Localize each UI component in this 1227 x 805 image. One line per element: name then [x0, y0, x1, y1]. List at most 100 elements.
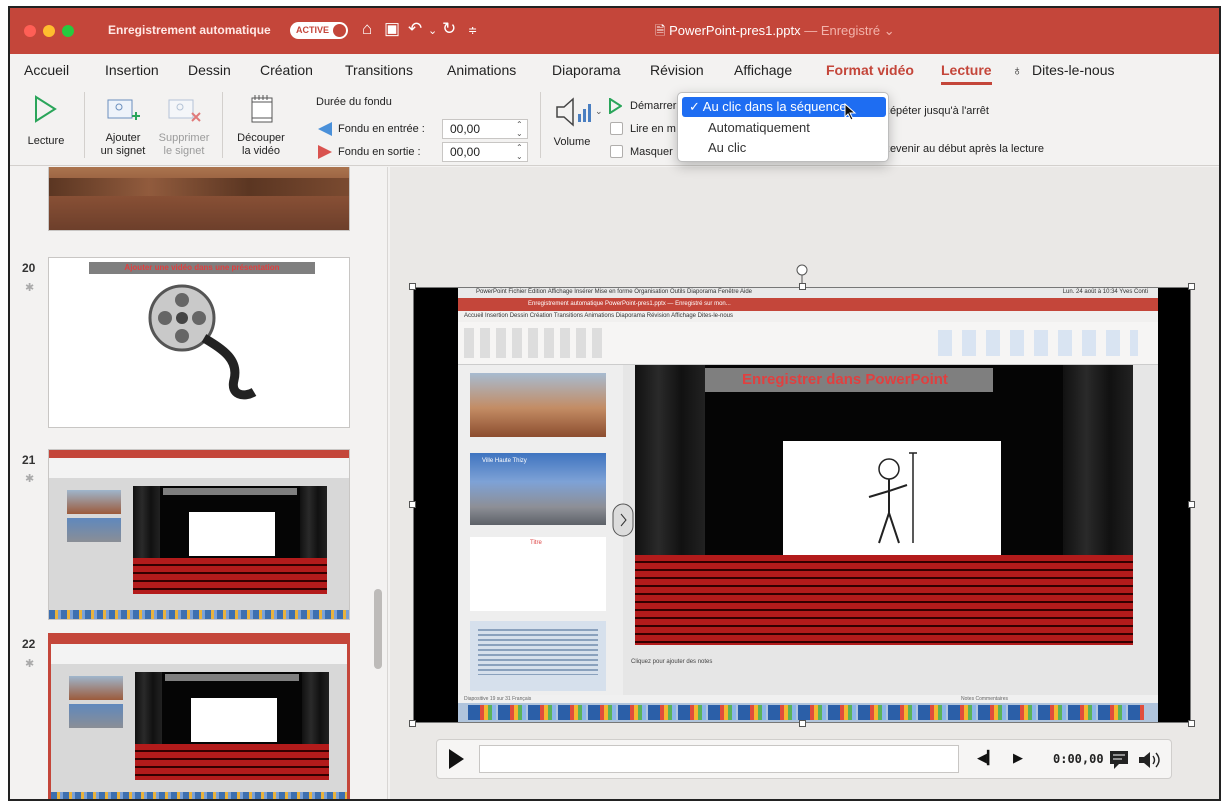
step-back-icon[interactable]: ◀▎	[977, 750, 997, 766]
tab-transitions[interactable]: Transitions	[345, 62, 413, 78]
trim-video-line2: la vidéo	[242, 145, 280, 157]
lightbulb-icon[interactable]: ♁	[1012, 62, 1023, 78]
trim-video-icon[interactable]	[250, 92, 274, 126]
hide-label: Masquer	[630, 146, 673, 158]
slide-number-22: 22	[22, 637, 36, 651]
save-icon[interactable]: ▣	[384, 19, 400, 39]
mini-theater-image	[133, 486, 327, 594]
volume-button[interactable]: Volume	[550, 136, 594, 149]
autosave-label: Enregistrement automatique	[108, 23, 271, 37]
mini-thumb-town	[67, 518, 121, 542]
tab-creation[interactable]: Création	[260, 62, 313, 78]
fade-duration-title: Durée du fondu	[316, 96, 392, 108]
tab-affichage[interactable]: Affichage	[734, 62, 792, 78]
inner-text-lines	[478, 629, 598, 675]
fade-in-stepper[interactable]: 00,00	[442, 119, 528, 139]
dropdown-option-on-click[interactable]: Au clic	[708, 140, 746, 155]
redo-icon[interactable]: ↻	[442, 19, 456, 39]
volume-icon[interactable]	[554, 96, 594, 128]
customize-toolbar-icon[interactable]: ≑	[468, 24, 477, 37]
play-button[interactable]	[449, 749, 464, 769]
fade-out-stepper[interactable]: 00,00	[442, 142, 528, 162]
slide-thumbnail-21[interactable]	[48, 449, 350, 620]
close-window-button[interactable]	[24, 25, 36, 37]
inner-status-text: Diapositive 19 sur 31 Français	[464, 696, 532, 702]
tab-accueil[interactable]: Accueil	[24, 62, 69, 78]
resize-handle-s[interactable]	[799, 720, 806, 727]
zoom-window-button[interactable]	[62, 25, 74, 37]
inner-clock: Lun. 24 août à 10:34 Yves Conti	[1062, 289, 1148, 295]
tab-dites-le-nous[interactable]: Dites-le-nous	[1032, 62, 1114, 78]
video-frame-content: PowerPoint Fichier Édition Affichage Ins…	[458, 288, 1158, 722]
inner-menubar-text: PowerPoint Fichier Édition Affichage Ins…	[476, 289, 753, 295]
remove-bookmark-icon[interactable]	[167, 98, 203, 126]
title-bar: Enregistrement automatique ACTIVE ⌂ ▣ ↶ …	[10, 8, 1219, 54]
tab-format-video[interactable]: Format vidéo	[826, 62, 914, 78]
hide-checkbox[interactable]	[610, 145, 623, 158]
playback-time: 0:00,00	[1053, 752, 1104, 766]
slide-thumbnail-19[interactable]	[48, 167, 350, 231]
volume-dropdown-icon[interactable]: ⌄	[595, 106, 603, 117]
video-object[interactable]: PowerPoint Fichier Édition Affichage Ins…	[413, 287, 1191, 723]
thumbnail-scrollbar[interactable]	[374, 589, 382, 669]
resize-handle-n[interactable]	[799, 283, 806, 290]
loop-label[interactable]: Répéter jusqu'à l'arrêt	[882, 105, 989, 118]
step-forward-icon[interactable]: ▶	[1013, 750, 1023, 766]
inner-titlebar: Enregistrement automatique PowerPoint-pr…	[458, 298, 1158, 311]
ribbon-separator	[222, 92, 223, 158]
mini-titlebar	[51, 636, 347, 644]
speaker-icon[interactable]	[1138, 750, 1162, 770]
mouse-cursor-icon	[844, 103, 857, 121]
slide-thumbnail-22[interactable]	[48, 633, 350, 799]
slide-thumbnail-pane: 20 ✱ Ajouter une vidéo dans une présenta…	[10, 167, 388, 799]
add-bookmark-icon[interactable]	[106, 98, 142, 126]
theater-seats	[635, 555, 1133, 645]
rewind-label[interactable]: Revenir au début après la lecture	[882, 143, 1044, 156]
play-label[interactable]: Lecture	[20, 135, 72, 148]
theater-image: Enregistrer dans PowerPoint	[635, 365, 1133, 645]
tab-insertion[interactable]: Insertion	[105, 62, 159, 78]
video-progress-bar[interactable]	[479, 745, 959, 773]
tab-dessin[interactable]: Dessin	[188, 62, 231, 78]
resize-handle-sw[interactable]	[409, 720, 416, 727]
add-bookmark-line2: un signet	[100, 145, 146, 157]
resize-handle-se[interactable]	[1188, 720, 1195, 727]
dropdown-option-automatically[interactable]: Automatiquement	[708, 120, 810, 135]
trim-video-button[interactable]: Découper la vidéo	[230, 132, 292, 158]
slide-thumbnail-20[interactable]: Ajouter une vidéo dans une présentation	[48, 257, 350, 428]
minimize-window-button[interactable]	[43, 25, 55, 37]
desert-mesa-graphic	[49, 178, 349, 196]
trim-video-line1: Découper	[237, 132, 285, 144]
resize-handle-e[interactable]	[1188, 501, 1195, 508]
comments-icon[interactable]	[1109, 750, 1129, 770]
undo-dropdown-icon[interactable]: ⌄	[428, 24, 437, 37]
tab-revision[interactable]: Révision	[650, 62, 704, 78]
inner-thumb-town-text: Ville Haute Thizy	[482, 458, 527, 464]
resize-handle-ne[interactable]	[1188, 283, 1195, 290]
fullscreen-checkbox[interactable]	[610, 122, 623, 135]
ribbon-lecture: Lecture Ajouter un signet Supprimer le s…	[10, 88, 1219, 166]
add-bookmark-button[interactable]: Ajouter un signet	[96, 132, 150, 158]
inner-thumbnail-pane: Ville Haute Thizy Titre	[458, 365, 623, 695]
play-triangle-icon[interactable]	[32, 94, 58, 124]
resize-handle-nw[interactable]	[409, 283, 416, 290]
undo-icon[interactable]: ↶	[408, 19, 422, 39]
remove-bookmark-button[interactable]: Supprimer le signet	[154, 132, 214, 158]
animation-star-icon: ✱	[25, 658, 35, 670]
autosave-toggle[interactable]: ACTIVE	[290, 22, 348, 39]
home-icon[interactable]: ⌂	[362, 19, 372, 39]
remove-bookmark-line2: le signet	[163, 145, 205, 157]
start-label: Démarrer	[630, 100, 677, 112]
mini-theater-image	[135, 672, 329, 780]
seek-handle-icon[interactable]	[612, 503, 634, 537]
document-status: — Enregistré ⌄	[804, 23, 895, 38]
tab-lecture[interactable]: Lecture	[941, 62, 992, 85]
mini-dock	[49, 610, 349, 619]
slide-number-20: 20	[22, 261, 36, 275]
inner-status-right: Notes Commentaires	[961, 696, 1008, 702]
tab-diaporama[interactable]: Diaporama	[552, 62, 620, 78]
fade-in-label: Fondu en entrée :	[338, 123, 425, 135]
tab-animations[interactable]: Animations	[447, 62, 516, 78]
animation-star-icon: ✱	[25, 282, 35, 294]
resize-handle-w[interactable]	[409, 501, 416, 508]
